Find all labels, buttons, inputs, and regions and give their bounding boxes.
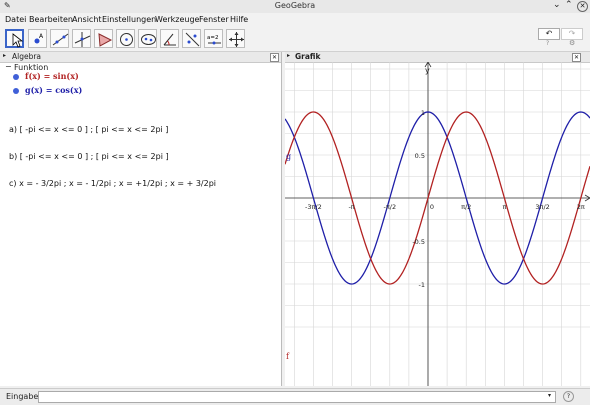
reflect-icon xyxy=(185,32,200,47)
svg-text:A: A xyxy=(39,33,44,40)
f-visibility-toggle[interactable] xyxy=(13,74,19,80)
y-axis-label: y xyxy=(425,66,430,75)
graphics-title: Grafik xyxy=(295,52,321,61)
help-icon[interactable]: ? xyxy=(546,40,549,47)
input-dropdown-icon[interactable]: ▾ xyxy=(548,392,551,399)
menu-werkzeuge[interactable]: Werkzeuge xyxy=(155,15,199,24)
menu-bar: Datei Bearbeiten Ansicht Einstellungen W… xyxy=(0,13,590,27)
menu-hilfe[interactable]: Hilfe xyxy=(230,15,248,24)
line-tool-button[interactable] xyxy=(50,29,69,48)
text-answer-a[interactable]: a) [ -pi <= x <= 0 ] ; [ pi <= x <= 2pi … xyxy=(9,125,168,134)
input-field[interactable] xyxy=(38,391,556,403)
ellipse-tool-button[interactable] xyxy=(138,29,157,48)
menu-ansicht[interactable]: Ansicht xyxy=(72,15,102,24)
angle-tool-button[interactable] xyxy=(160,29,179,48)
ellipse-icon xyxy=(141,34,156,45)
collapse-triangle-icon[interactable]: ▸ xyxy=(3,52,6,59)
axes xyxy=(285,62,590,386)
y-tick-label: 1 xyxy=(421,109,425,117)
y-tick-labels: 1 0.5 -0.5 -1 xyxy=(412,109,425,289)
undo-icon: ↶ xyxy=(545,29,553,38)
move-view-tool-button[interactable] xyxy=(226,29,245,48)
x-tick-label: 0 xyxy=(430,203,434,211)
maximize-icon[interactable]: ⌃ xyxy=(565,0,573,10)
algebra-title: Algebra xyxy=(12,52,42,61)
redo-icon: ↷ xyxy=(568,29,576,38)
polygon-icon xyxy=(98,33,113,47)
input-label: Eingabe: xyxy=(6,392,42,401)
settings-gear-icon[interactable]: ⚙ xyxy=(569,39,575,47)
y-tick-label: -1 xyxy=(419,281,425,289)
function-g-label[interactable]: g(x) = cos(x) xyxy=(25,85,82,95)
text-answer-c[interactable]: c) x = - 3/2pi ; x = - 1/2pi ; x = +1/2p… xyxy=(9,179,216,188)
text-answer-b[interactable]: b) [ -pi <= x <= 0 ] ; [ pi <= x <= 2pi … xyxy=(9,152,169,161)
collapse-triangle-icon[interactable]: ▸ xyxy=(287,52,290,59)
close-algebra-icon[interactable]: ✕ xyxy=(270,53,279,62)
close-window-icon[interactable]: ✕ xyxy=(577,1,588,12)
y-tick-label: 0.5 xyxy=(415,152,425,160)
curve-label-g[interactable]: g xyxy=(286,152,291,161)
x-tick-label: -3π/2 xyxy=(305,203,322,211)
plot-canvas[interactable]: -2π-3π/2-π-π/20π/2π3π/22π5π/2 10.5-0.5-1 xyxy=(285,62,590,386)
window-title: GeoGebra xyxy=(274,1,316,10)
g-visibility-toggle[interactable] xyxy=(13,88,19,94)
toolbar: A a=2 ↶ ↷ ? ⚙ xyxy=(0,27,590,52)
x-tick-label: -π/2 xyxy=(384,203,397,211)
slider-icon: a=2 xyxy=(207,35,221,45)
cursor-arrow-icon xyxy=(12,33,24,48)
menu-datei[interactable]: Datei xyxy=(5,15,26,24)
graphics-view: ▸ Grafik ✕ -2π-3π/2-π-π/20π/2π3π/22π5π/2… xyxy=(285,52,590,386)
algebra-view: ▸ Algebra ✕ − Funktion f(x) = sin(x) g(x… xyxy=(0,52,282,386)
input-help-icon[interactable]: ? xyxy=(563,391,574,402)
menu-fenster[interactable]: Fenster xyxy=(199,15,229,24)
close-graphics-icon[interactable]: ✕ xyxy=(572,53,581,62)
line-icon xyxy=(52,33,69,46)
polygon-tool-button[interactable] xyxy=(94,29,113,48)
x-tick-label: π xyxy=(502,203,506,211)
tree-toggle-icon[interactable]: − xyxy=(5,62,12,71)
menu-einstellungen[interactable]: Einstellungen xyxy=(102,15,156,24)
grid xyxy=(285,62,590,386)
x-tick-label: -π xyxy=(348,203,354,211)
function-f-label[interactable]: f(x) = sin(x) xyxy=(25,71,79,81)
svg-text:a=2: a=2 xyxy=(207,35,218,41)
x-tick-labels: -2π-3π/2-π-π/20π/2π3π/22π5π/2 xyxy=(305,203,585,211)
algebra-header: ▸ Algebra ✕ xyxy=(0,52,281,63)
perpendicular-line-icon xyxy=(74,32,91,47)
point-icon: A xyxy=(34,33,44,44)
slider-tool-button[interactable]: a=2 xyxy=(204,29,223,48)
reflect-tool-button[interactable] xyxy=(182,29,201,48)
y-tick-label: -0.5 xyxy=(412,238,425,246)
undo-button[interactable]: ↶ xyxy=(538,28,560,40)
circle-tool-button[interactable] xyxy=(116,29,135,48)
x-tick-label: 2π xyxy=(577,203,585,211)
perpendicular-tool-button[interactable] xyxy=(72,29,91,48)
move-tool-button[interactable] xyxy=(5,29,24,48)
curve-label-f[interactable]: f xyxy=(286,352,289,361)
input-bar: Eingabe: ▾ ? xyxy=(0,388,590,405)
circle-icon xyxy=(120,33,133,46)
x-tick-label: 3π/2 xyxy=(535,203,549,211)
point-tool-button[interactable]: A xyxy=(28,29,47,48)
title-bar: ✎ GeoGebra ⌄ ⌃ ✕ xyxy=(0,0,590,14)
move-arrows-icon xyxy=(229,32,244,47)
minimize-icon[interactable]: ⌄ xyxy=(553,0,561,10)
x-tick-label: π/2 xyxy=(461,203,471,211)
angle-icon xyxy=(163,33,176,46)
menu-bearbeiten[interactable]: Bearbeiten xyxy=(29,15,73,24)
